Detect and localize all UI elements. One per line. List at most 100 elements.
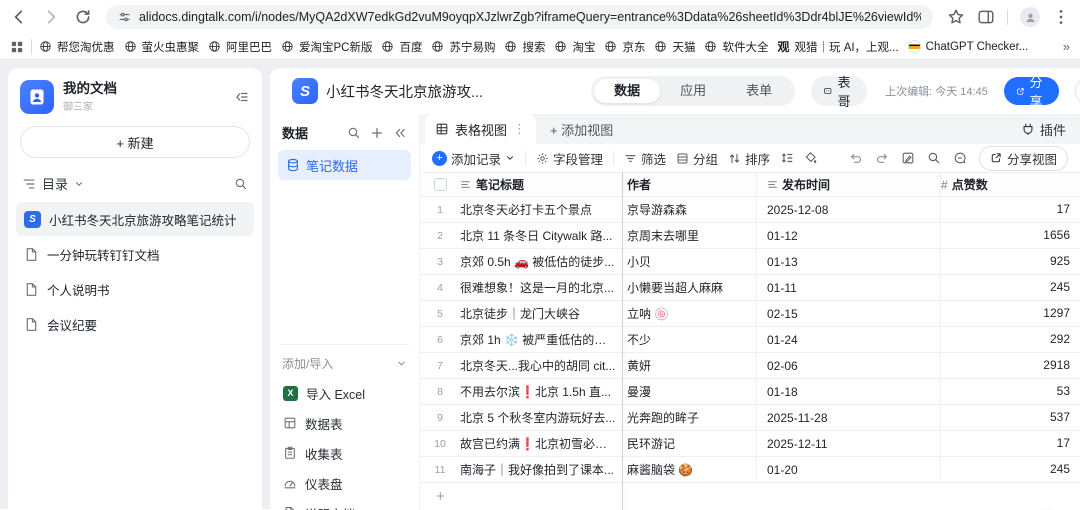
cell-likes[interactable]: 292 — [940, 327, 1080, 352]
cell-title[interactable]: 北京徒步｜龙门大峡谷 — [460, 305, 622, 322]
dashboard-item[interactable]: 仪表盘 — [270, 468, 419, 498]
sidebar-item-dingtalk-doc[interactable]: 一分钟玩转钉钉文档 — [16, 237, 254, 271]
collapse-panel-icon[interactable] — [393, 126, 407, 140]
cell-author[interactable]: 民环游记 — [622, 435, 756, 452]
cell-title[interactable]: 故宫已约满❗北京初雪必打... — [460, 435, 622, 452]
bookmark-item[interactable]: 帮您淘优惠 — [39, 39, 115, 55]
site-settings-icon[interactable] — [118, 10, 131, 24]
cell-author[interactable]: 黄妍 — [622, 357, 756, 374]
search-icon[interactable] — [234, 177, 248, 191]
bookmark-item[interactable]: 淘宝 — [554, 39, 595, 55]
table-row[interactable]: 9 北京 5 个秋冬室内游玩好去... 光奔跑的眸子 2025-11-28 53… — [420, 405, 1080, 431]
sidebar-item-personal-manual[interactable]: 个人说明书 — [16, 272, 254, 306]
cell-likes[interactable]: 925 — [940, 249, 1080, 274]
cell-author[interactable]: 京周末去哪里 — [622, 227, 756, 244]
cell-date[interactable]: 01-18 — [756, 379, 940, 404]
cell-title[interactable]: 京郊 0.5h 🚗 被低估的徒步... — [460, 253, 622, 270]
select-all-checkbox[interactable] — [433, 178, 447, 191]
cell-likes[interactable]: 17 — [940, 197, 1080, 222]
paint-fill-icon[interactable] — [804, 151, 818, 165]
data-table-item[interactable]: 数据表 — [270, 408, 419, 438]
add-record-button[interactable]: + 添加记录 — [432, 149, 515, 168]
share-button[interactable]: 分享 — [1003, 75, 1059, 109]
sort-button[interactable]: 排序 — [728, 149, 770, 168]
cell-likes[interactable]: 1297 — [940, 301, 1080, 326]
cell-author[interactable]: 小贝 — [622, 253, 756, 270]
cell-author[interactable]: 立呐 🍥 — [622, 305, 756, 322]
cell-date[interactable]: 01-13 — [756, 249, 940, 274]
catalog-label[interactable]: 目录 — [42, 174, 68, 193]
bookmark-item[interactable]: 京东 — [604, 39, 645, 55]
bookmark-item[interactable]: 搜索 — [504, 39, 545, 55]
readme-doc-item[interactable]: 说明文档 — [270, 498, 419, 510]
bookmark-item[interactable]: 苏宁易购 — [431, 39, 495, 55]
cell-date[interactable]: 01-12 — [756, 223, 940, 248]
bookmark-item[interactable]: 天猫 — [654, 39, 695, 55]
undo-icon[interactable] — [849, 151, 863, 165]
cell-author[interactable]: 麻酱脑袋 🍪 — [622, 461, 756, 478]
table-row[interactable]: 1 北京冬天必打卡五个景点 京导游森森 2025-12-08 17 — [420, 197, 1080, 223]
field-manage-button[interactable]: 字段管理 — [536, 149, 603, 168]
table-row[interactable]: 7 北京冬天...我心中的胡同 cit... 黄妍 02-06 2918 — [420, 353, 1080, 379]
table-row[interactable]: 8 不用去尔滨❗北京 1.5h 直... 曼漫 01-18 53 — [420, 379, 1080, 405]
share-view-button[interactable]: 分享视图 — [978, 145, 1068, 171]
collect-form-item[interactable]: 收集表 — [270, 438, 419, 468]
cell-likes[interactable]: 537 — [940, 405, 1080, 430]
cell-title[interactable]: 北京冬天必打卡五个景点 — [460, 201, 622, 218]
cell-date[interactable]: 2025-12-11 — [756, 431, 940, 456]
filter-button[interactable]: 筛选 — [624, 149, 666, 168]
table-row[interactable]: 5 北京徒步｜龙门大峡谷 立呐 🍥 02-15 1297 — [420, 301, 1080, 327]
cell-title[interactable]: 北京 5 个秋冬室内游玩好去... — [460, 409, 622, 426]
tab-data[interactable]: 数据 — [594, 79, 661, 103]
cell-likes[interactable]: 53 — [940, 379, 1080, 404]
cell-date[interactable]: 2025-12-08 — [756, 197, 940, 222]
table-row[interactable]: 4 很难想象！这是一月的北京... 小懒要当超人麻麻 01-11 245 — [420, 275, 1080, 301]
column-header-title[interactable]: 笔记标题 — [460, 176, 622, 193]
column-header-likes[interactable]: # 点赞数 — [940, 173, 1080, 196]
comment-icon[interactable] — [953, 151, 967, 165]
cell-author[interactable]: 曼漫 — [622, 383, 756, 400]
cell-likes[interactable]: 1656 — [940, 223, 1080, 248]
side-panel-icon[interactable] — [977, 8, 995, 26]
collapse-sidebar-icon[interactable] — [234, 89, 250, 105]
cell-date[interactable]: 2025-11-28 — [756, 405, 940, 430]
tab-app[interactable]: 应用 — [660, 79, 726, 103]
advanced-permission-button[interactable]: 高级权限 — [1074, 77, 1080, 105]
import-excel-item[interactable]: X 导入 Excel — [270, 378, 419, 408]
apps-grid-icon[interactable] — [10, 40, 24, 54]
bookmark-item[interactable]: 百度 — [381, 39, 422, 55]
cell-date[interactable]: 01-20 — [756, 457, 940, 482]
tab-form[interactable]: 表单 — [726, 79, 792, 103]
cell-title[interactable]: 不用去尔滨❗北京 1.5h 直... — [460, 383, 622, 400]
cell-likes[interactable]: 245 — [940, 457, 1080, 482]
add-view-button[interactable]: + 添加视图 — [536, 114, 627, 144]
search-icon[interactable] — [347, 126, 361, 140]
table-row[interactable]: 10 故宫已约满❗北京初雪必打... 民环游记 2025-12-11 17 — [420, 431, 1080, 457]
sidebar-item-meeting-minutes[interactable]: 会议纪要 — [16, 307, 254, 341]
table-row[interactable]: 3 京郊 0.5h 🚗 被低估的徒步... 小贝 01-13 925 — [420, 249, 1080, 275]
tab-table-view[interactable]: 表格视图 ⋮ — [425, 114, 537, 144]
cell-date[interactable]: 01-24 — [756, 327, 940, 352]
redo-icon[interactable] — [875, 151, 889, 165]
cell-author[interactable]: 京导游森森 — [622, 201, 756, 218]
biaoge-assistant-button[interactable]: 表哥 — [811, 75, 868, 109]
table-row[interactable]: 2 北京 11 条冬日 Citywalk 路... 京周末去哪里 01-12 1… — [420, 223, 1080, 249]
cell-author[interactable]: 小懒要当超人麻麻 — [622, 279, 756, 296]
cell-title[interactable]: 北京冬天...我心中的胡同 cit... — [460, 357, 622, 374]
view-options-icon[interactable]: ⋮ — [513, 121, 526, 137]
cell-likes[interactable]: 245 — [940, 275, 1080, 300]
add-sheet-icon[interactable] — [370, 126, 384, 140]
address-bar[interactable]: alidocs.dingtalk.com/i/nodes/MyQA2dXW7ed… — [106, 5, 933, 29]
sidebar-item-note-stats[interactable]: S 小红书冬天北京旅游攻略笔记统计 — [16, 202, 254, 236]
add-import-section[interactable]: 添加/导入 — [270, 345, 419, 378]
search-icon[interactable] — [927, 151, 941, 165]
browser-profile-avatar[interactable] — [1020, 7, 1040, 27]
cell-author[interactable]: 光奔跑的眸子 — [622, 409, 756, 426]
cell-title[interactable]: 京郊 1h ❄️ 被严重低估的冬... — [460, 331, 622, 348]
cell-title[interactable]: 很难想象！这是一月的北京... — [460, 279, 622, 296]
cell-date[interactable]: 01-11 — [756, 275, 940, 300]
frozen-column-divider[interactable] — [622, 172, 623, 510]
forward-icon[interactable] — [42, 8, 60, 26]
cell-date[interactable]: 02-15 — [756, 301, 940, 326]
cell-likes[interactable]: 2918 — [940, 353, 1080, 378]
